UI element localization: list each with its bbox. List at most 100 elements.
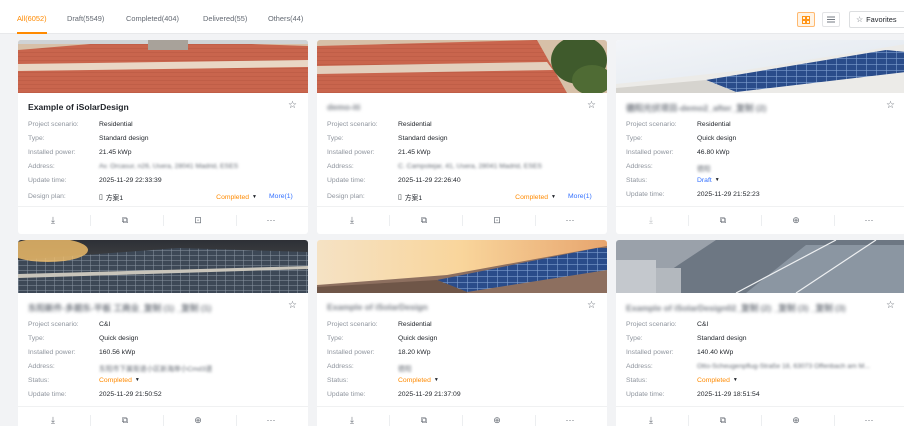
project-thumbnail	[18, 40, 308, 93]
value-update-time: 2025-11-29 18:51:54	[697, 391, 760, 398]
project-card[interactable]: 东阳新件-多期东-平板 工商业_复制 (1) _复制 (1) ☆ Project…	[18, 240, 308, 426]
download-icon[interactable]: ⤓	[18, 215, 88, 226]
favorite-star-icon[interactable]: ☆	[288, 300, 297, 311]
copy-icon[interactable]: ⧉	[389, 415, 459, 426]
design-plan-select[interactable]: ▯ 方案1 Completed ▼	[398, 190, 556, 204]
project-title[interactable]: Example of iSolarDesign02_复制 (2) _复制 (3)…	[626, 302, 866, 314]
status-dropdown[interactable]: Draft ▼	[697, 177, 720, 184]
project-title[interactable]: 德阳光伏项目-demo2_after_复制 (2)	[626, 102, 866, 114]
label-type: Type:	[626, 135, 643, 142]
add-icon[interactable]: ⊕	[163, 415, 233, 426]
label-update-time: Update time:	[327, 391, 366, 398]
value-address: 德阳	[398, 366, 412, 373]
add-icon[interactable]: ⊕	[462, 415, 532, 426]
status-value: Completed	[697, 377, 730, 384]
more-icon[interactable]: ···	[236, 415, 306, 425]
tab-completed[interactable]: Completed(404)	[126, 14, 179, 34]
label-type: Type:	[327, 335, 344, 342]
label-power: Installed power:	[28, 149, 76, 156]
project-card[interactable]: Example of iSolarDesign02_复制 (2) _复制 (3)…	[616, 240, 904, 426]
tab-delivered[interactable]: Delivered(55)	[203, 14, 247, 34]
label-status: Status:	[327, 377, 349, 384]
project-card[interactable]: Example of iSolarDesign ☆ Project scenar…	[317, 240, 607, 426]
add-icon[interactable]: ⊕	[761, 215, 831, 226]
more-plans-link[interactable]: More(1)	[568, 193, 592, 200]
value-scenario: Residential	[697, 121, 731, 128]
status-dropdown[interactable]: Completed ▼	[697, 377, 738, 384]
favorite-star-icon[interactable]: ☆	[587, 100, 596, 111]
value-update-time: 2025-11-29 22:33:39	[99, 177, 162, 184]
copy-icon[interactable]: ⧉	[688, 215, 758, 226]
download-icon[interactable]: ⤓	[616, 215, 686, 226]
label-address: Address:	[28, 363, 55, 370]
compare-icon[interactable]: ⊡	[462, 215, 532, 226]
card-actions: ⤓ ⧉ ⊡ ···	[18, 206, 308, 234]
download-icon[interactable]: ⤓	[317, 215, 387, 226]
card-actions: ⤓ ⧉ ⊕ ···	[616, 406, 904, 426]
more-icon[interactable]: ···	[535, 415, 605, 425]
value-power: 46.80 kWp	[697, 149, 730, 156]
project-title[interactable]: Example of iSolarDesign	[327, 302, 567, 312]
more-icon[interactable]: ···	[834, 215, 904, 225]
project-card[interactable]: 德阳光伏项目-demo2_after_复制 (2) ☆ Project scen…	[616, 40, 904, 234]
caret-down-icon: ▼	[433, 377, 439, 383]
favorite-star-icon[interactable]: ☆	[587, 300, 596, 311]
project-card[interactable]: demo-iti ☆ Project scenario: Residential…	[317, 40, 607, 234]
value-scenario: Residential	[398, 121, 432, 128]
plan-name: 方案1	[404, 195, 423, 202]
project-title[interactable]: Example of iSolarDesign	[28, 102, 268, 112]
grid-view-button[interactable]	[797, 12, 815, 27]
card-actions: ⤓ ⧉ ⊕ ···	[18, 406, 308, 426]
download-icon[interactable]: ⤓	[18, 415, 88, 426]
tab-all[interactable]: All(6052)	[17, 14, 47, 34]
project-card[interactable]: Example of iSolarDesign ☆ Project scenar…	[18, 40, 308, 234]
add-icon[interactable]: ⊕	[761, 415, 831, 426]
document-icon: ▯	[99, 194, 103, 201]
more-plans-link[interactable]: More(1)	[269, 193, 293, 200]
copy-icon[interactable]: ⧉	[688, 415, 758, 426]
status-value: Completed	[99, 377, 132, 384]
tab-others[interactable]: Others(44)	[268, 14, 303, 34]
favorite-star-icon[interactable]: ☆	[886, 100, 895, 111]
value-power: 140.40 kWp	[697, 349, 734, 356]
label-scenario: Project scenario:	[626, 121, 677, 128]
value-update-time: 2025-11-29 21:50:52	[99, 391, 162, 398]
more-icon[interactable]: ···	[535, 215, 605, 225]
favorites-label: Favorites	[866, 15, 897, 24]
label-scenario: Project scenario:	[28, 121, 79, 128]
copy-icon[interactable]: ⧉	[389, 215, 459, 226]
download-icon[interactable]: ⤓	[317, 415, 387, 426]
plan-status: Completed	[216, 193, 250, 201]
project-thumbnail	[616, 40, 904, 93]
status-dropdown[interactable]: Completed ▼	[99, 377, 140, 384]
list-view-button[interactable]	[822, 12, 840, 27]
status-dropdown[interactable]: Completed ▼	[398, 377, 439, 384]
favorite-star-icon[interactable]: ☆	[288, 100, 297, 111]
download-icon[interactable]: ⤓	[616, 415, 686, 426]
compare-icon[interactable]: ⊡	[163, 215, 233, 226]
label-update-time: Update time:	[626, 191, 665, 198]
more-icon[interactable]: ···	[236, 215, 306, 225]
grid-icon	[802, 15, 810, 24]
label-scenario: Project scenario:	[28, 321, 79, 328]
project-title[interactable]: 东阳新件-多期东-平板 工商业_复制 (1) _复制 (1)	[28, 302, 268, 314]
design-plan-select[interactable]: ▯ 方案1 Completed ▼	[99, 190, 257, 204]
favorites-button[interactable]: ☆ Favorites	[849, 11, 904, 28]
tab-draft[interactable]: Draft(5549)	[67, 14, 104, 34]
caret-down-icon: ▼	[551, 193, 556, 200]
label-type: Type:	[28, 335, 45, 342]
value-address: C. Campotejar, 41, Usera, 28041 Madrid, …	[398, 163, 542, 170]
favorite-star-icon[interactable]: ☆	[886, 300, 895, 311]
label-status: Status:	[28, 377, 50, 384]
card-actions: ⤓ ⧉ ⊡ ···	[317, 206, 607, 234]
caret-down-icon: ▼	[134, 377, 140, 383]
label-update-time: Update time:	[28, 177, 67, 184]
value-type: Standard design	[697, 335, 747, 342]
copy-icon[interactable]: ⧉	[90, 215, 160, 226]
copy-icon[interactable]: ⧉	[90, 415, 160, 426]
label-design-plan: Design plan:	[28, 193, 66, 200]
more-icon[interactable]: ···	[834, 415, 904, 425]
value-update-time: 2025-11-29 21:52:23	[697, 191, 760, 198]
project-title[interactable]: demo-iti	[327, 102, 567, 112]
filter-bar: All(6052) Draft(5549) Completed(404) Del…	[0, 0, 904, 34]
